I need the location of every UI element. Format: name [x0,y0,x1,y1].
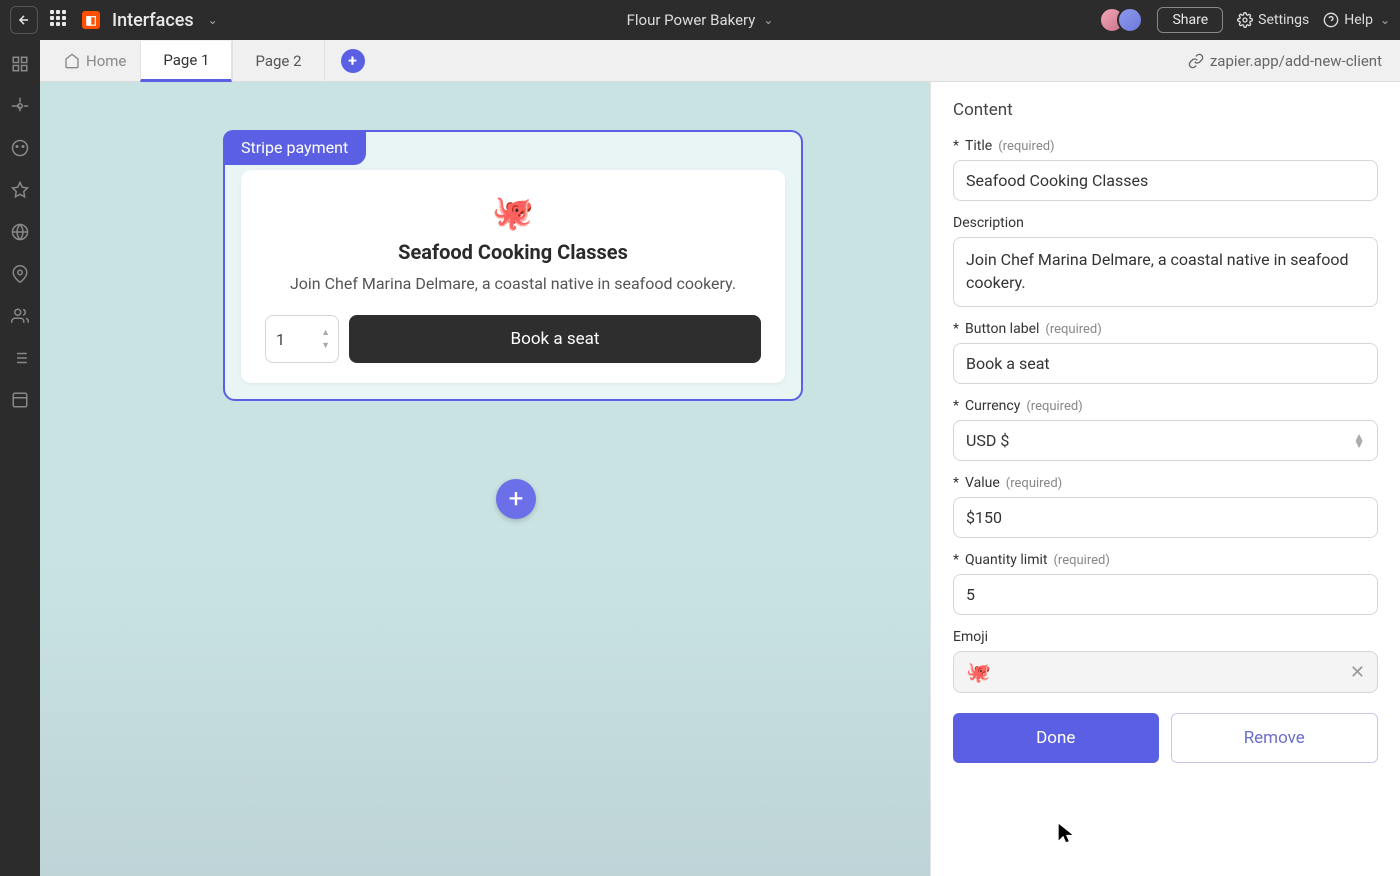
quantity-limit-label: *Quantity limit (required) [953,552,1378,568]
stripe-payment-component[interactable]: Stripe payment 🐙 Seafood Cooking Classes… [223,130,803,401]
title-label: *Title (required) [953,138,1378,154]
gear-icon [11,97,29,115]
rail-item-globe[interactable] [10,222,30,242]
add-tab-button[interactable]: + [341,49,365,73]
stepper-arrows-icon: ▲▼ [321,327,330,351]
home-icon [64,53,80,69]
home-tab[interactable]: Home [50,40,140,81]
select-caret-icon: ▲▼ [1353,434,1365,448]
top-bar: ◧ Interfaces ⌄ Flour Power Bakery ⌄ Shar… [0,0,1400,40]
card-emoji: 🐙 [265,196,761,230]
palette-icon [11,139,29,157]
left-rail [0,40,40,876]
chevron-down-icon: ⌄ [1380,13,1390,27]
rail-item-pin[interactable] [10,264,30,284]
help-label: Help [1344,12,1373,28]
users-icon [11,307,29,325]
remove-button[interactable]: Remove [1171,713,1379,763]
currency-label: *Currency (required) [953,398,1378,414]
rail-item-users[interactable] [10,306,30,326]
avatar [1117,7,1143,33]
rail-item-gear[interactable] [10,96,30,116]
page-url[interactable]: zapier.app/add-new-client [1188,52,1390,70]
apps-grid-button[interactable] [50,10,70,30]
project-name: Flour Power Bakery [627,11,756,29]
workspace: Home Page 1 Page 2 + zapier.app/add-new-… [40,40,1400,876]
layout-icon [11,55,29,73]
arrow-left-icon [17,13,31,27]
tab-label: Page 1 [163,51,209,69]
help-icon [1323,12,1339,28]
quantity-value: 1 [276,330,285,349]
emoji-picker[interactable]: 🐙 ✕ [953,651,1378,693]
description-input[interactable] [953,237,1378,307]
button-label-input[interactable] [953,343,1378,384]
content-panel: Content *Title (required) Description *B… [930,82,1400,876]
settings-button[interactable]: Settings [1237,12,1309,28]
done-button[interactable]: Done [953,713,1159,763]
rail-item-layout[interactable] [10,54,30,74]
home-tab-label: Home [86,52,126,70]
settings-label: Settings [1258,12,1309,28]
link-icon [1188,53,1204,69]
value-input[interactable] [953,497,1378,538]
star-icon [11,181,29,199]
product-dropdown[interactable]: ⌄ [208,13,218,27]
currency-select[interactable]: USD $ ▲▼ [953,420,1378,461]
list-icon [11,349,29,367]
tab-bar: Home Page 1 Page 2 + zapier.app/add-new-… [40,40,1400,82]
pin-icon [11,265,29,283]
globe-icon [11,223,29,241]
quantity-stepper[interactable]: 1 ▲▼ [265,315,339,363]
book-button[interactable]: Book a seat [349,315,761,363]
tab-page-2[interactable]: Page 2 [232,40,324,81]
product-logo-icon: ◧ [82,11,100,29]
product-name: Interfaces [112,10,194,31]
button-label-label: *Button label (required) [953,321,1378,337]
tab-label: Page 2 [255,52,301,70]
value-label: *Value (required) [953,475,1378,491]
currency-value: USD $ [966,431,1009,450]
share-button[interactable]: Share [1157,7,1223,33]
add-block-button[interactable]: + [496,479,536,519]
gear-icon [1237,12,1253,28]
description-label: Description [953,215,1378,231]
chevron-down-icon: ⌄ [763,13,773,27]
back-button[interactable] [10,6,38,34]
quantity-limit-input[interactable] [953,574,1378,615]
emoji-label: Emoji [953,629,1378,645]
card-description: Join Chef Marina Delmare, a coastal nati… [265,274,761,293]
component-badge: Stripe payment [223,130,366,165]
canvas[interactable]: Stripe payment 🐙 Seafood Cooking Classes… [40,82,930,876]
url-text: zapier.app/add-new-client [1210,52,1382,70]
title-input[interactable] [953,160,1378,201]
tab-page-1[interactable]: Page 1 [140,41,232,82]
rail-item-panel[interactable] [10,390,30,410]
panel-icon [11,391,29,409]
panel-section-title: Content [953,100,1378,120]
rail-item-star[interactable] [10,180,30,200]
card-title: Seafood Cooking Classes [265,240,761,264]
payment-card: 🐙 Seafood Cooking Classes Join Chef Mari… [241,170,785,383]
help-button[interactable]: Help ⌄ [1323,12,1390,28]
rail-item-palette[interactable] [10,138,30,158]
emoji-value: 🐙 [966,660,991,684]
rail-item-list[interactable] [10,348,30,368]
project-selector[interactable]: Flour Power Bakery ⌄ [627,11,774,29]
clear-emoji-button[interactable]: ✕ [1350,662,1365,683]
collaborator-avatars[interactable] [1107,7,1143,33]
